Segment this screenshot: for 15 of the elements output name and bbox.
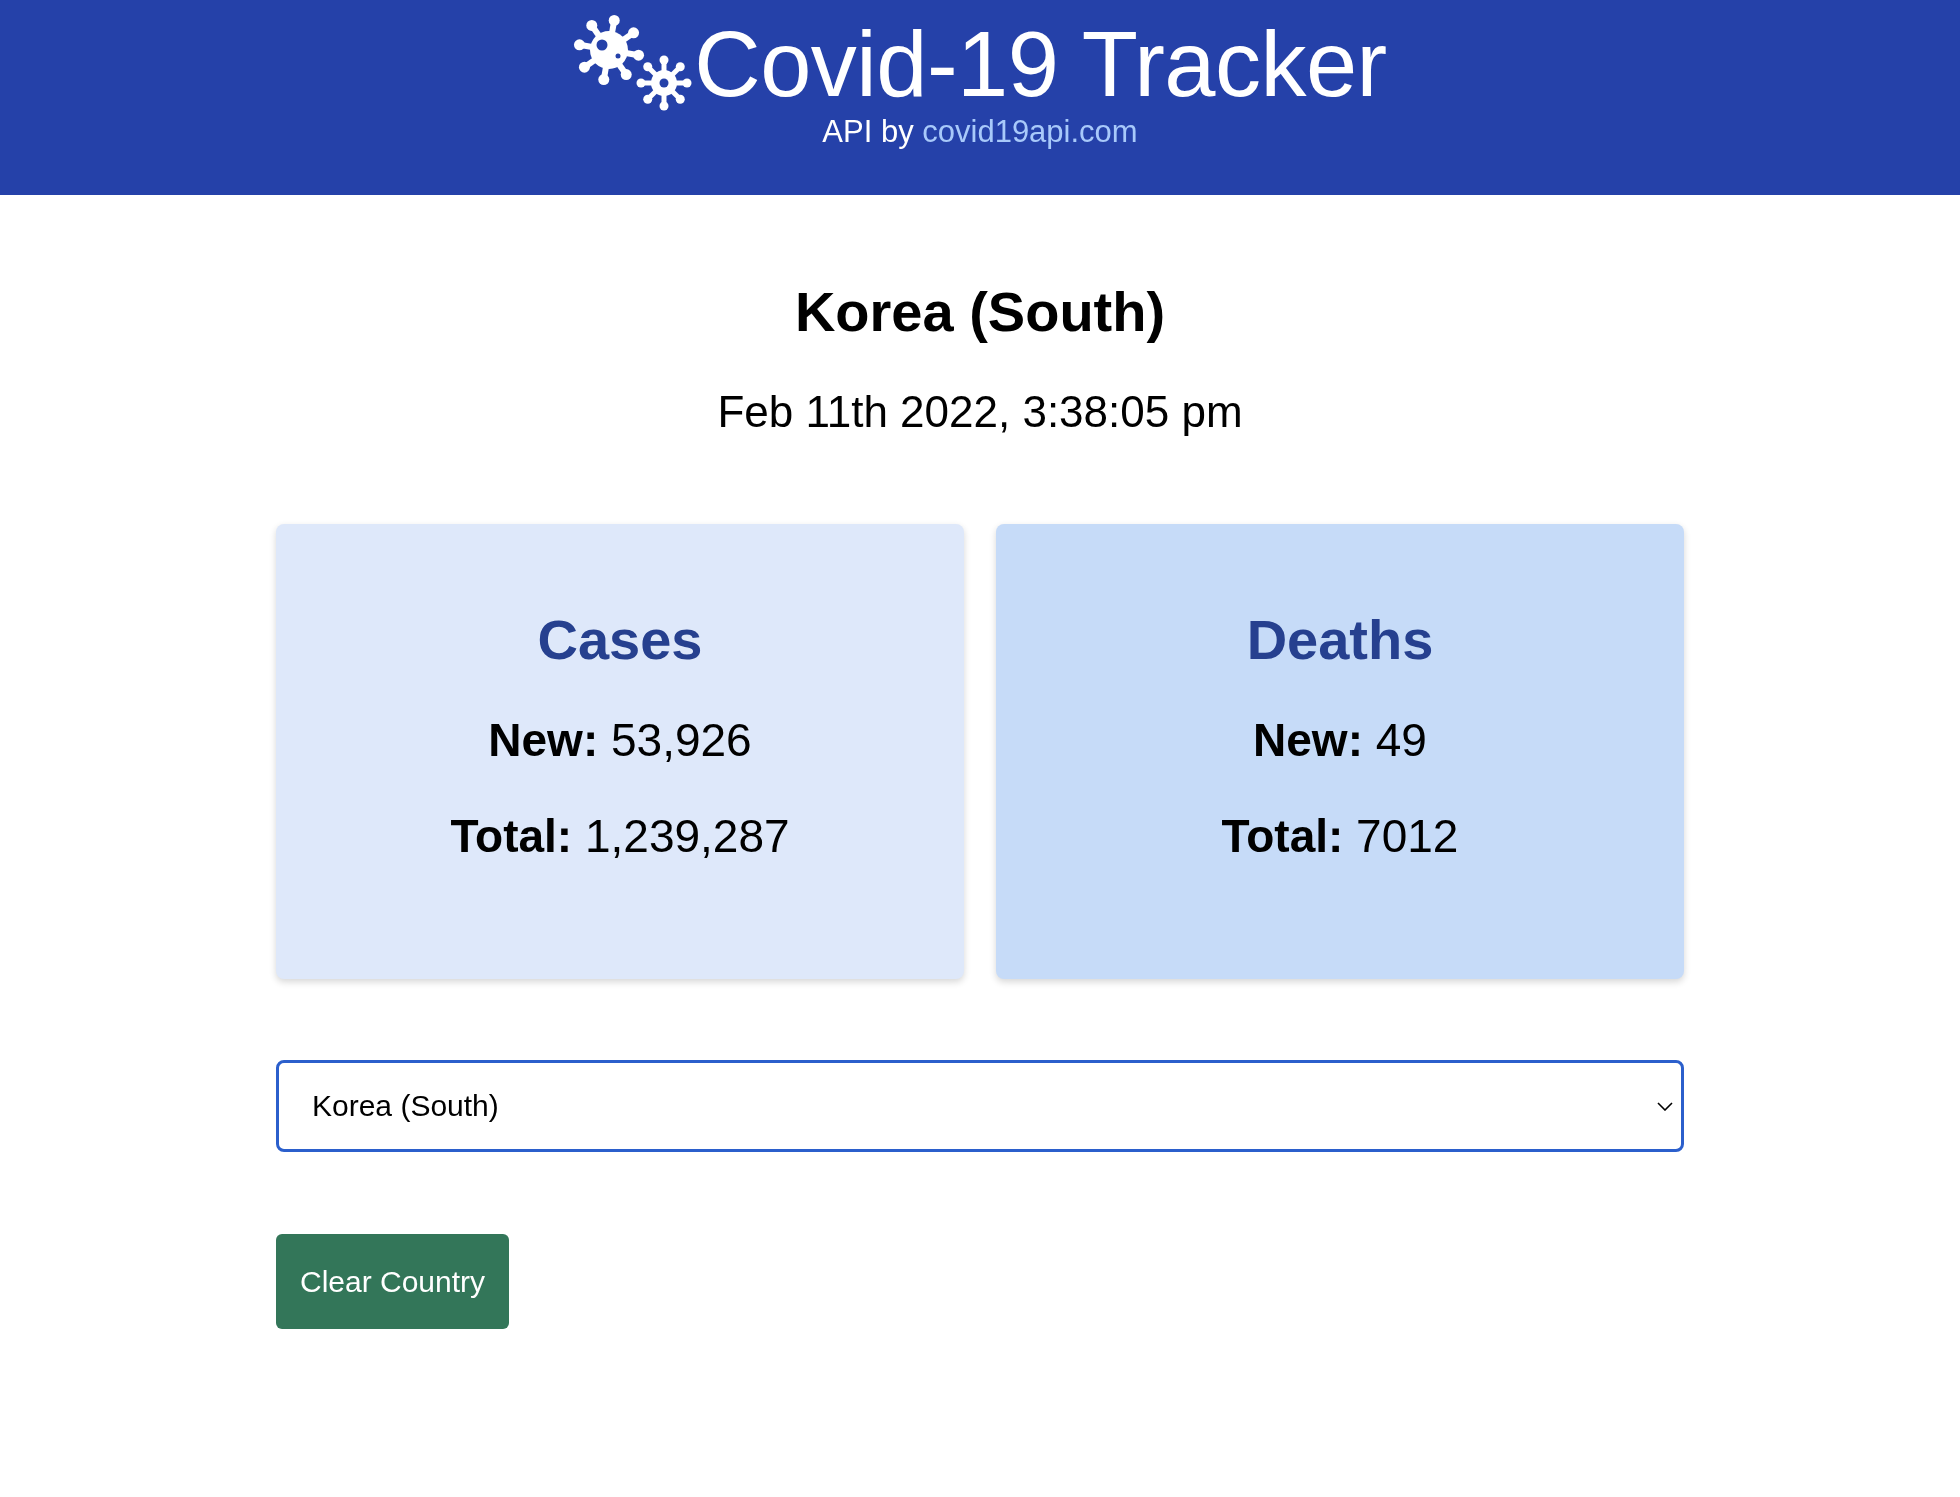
stat-line: Total: 7012 [1221, 809, 1459, 864]
country-select[interactable]: Korea (South) [276, 1060, 1684, 1152]
stat-line: New: 49 [1253, 713, 1427, 768]
card-title: Deaths [1246, 607, 1434, 673]
virus-icon [573, 13, 693, 111]
api-credit: API by covid19api.com [821, 114, 1139, 150]
card-title: Cases [537, 607, 703, 673]
app-title: Covid-19 Tracker [694, 16, 1387, 112]
updated-date: Feb 11th 2022, 3:38:05 pm [716, 386, 1244, 438]
api-link[interactable]: covid19api.com [922, 114, 1138, 149]
chevron-down-icon [1657, 1101, 1673, 1111]
country-heading: Korea (South) [793, 279, 1167, 345]
clear-country-button[interactable]: Clear Country [276, 1234, 510, 1329]
stat-line: Total: 1,239,287 [450, 809, 790, 864]
stat-line: New: 53,926 [488, 713, 752, 768]
